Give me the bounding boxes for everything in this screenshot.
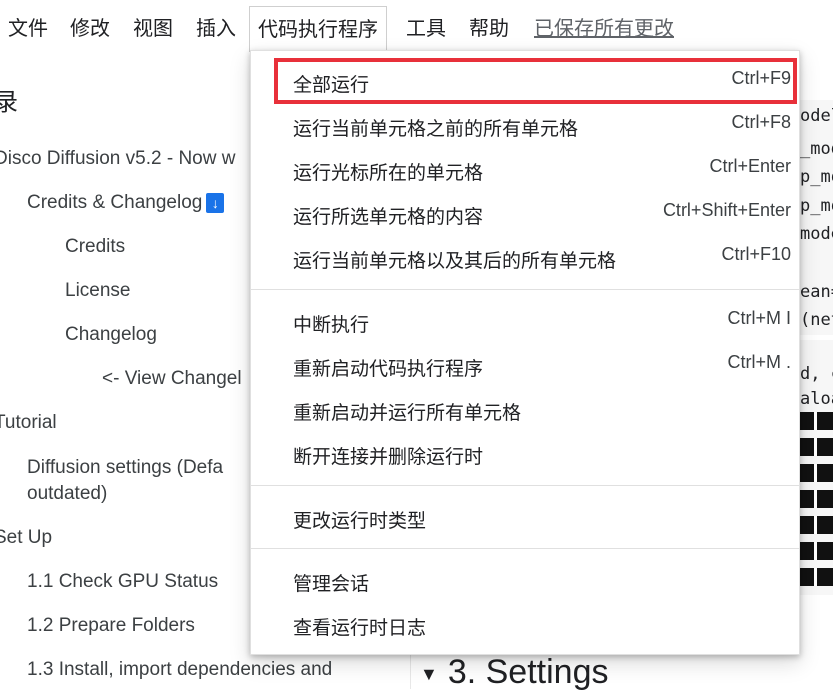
toc-item[interactable]: Tutorial xyxy=(0,412,57,434)
toc-item[interactable]: Changelog xyxy=(65,324,157,346)
menu-item-label: 中断执行 xyxy=(293,314,370,336)
menu-edit[interactable]: 修改 xyxy=(62,0,118,52)
toc-item[interactable]: 1.2 Prepare Folders xyxy=(27,615,195,637)
highlight-box xyxy=(274,58,797,104)
menu-file[interactable]: 文件 xyxy=(0,0,56,52)
menu-item-shortcut: Ctrl+F10 xyxy=(721,244,791,264)
menu-runtime[interactable]: 代码执行程序 xyxy=(249,6,387,55)
toc-item-label: Credits & Changelog xyxy=(27,192,203,213)
menu-item-label: 运行所选单元格的内容 xyxy=(293,206,484,228)
menu-item-run-before[interactable]: 运行当前单元格之前的所有单元格 Ctrl+F8 xyxy=(251,104,799,148)
menu-insert[interactable]: 插入 xyxy=(188,0,244,52)
code-line: p_mo xyxy=(800,196,833,216)
toc-title: 录 xyxy=(0,88,18,116)
menu-item-view-logs[interactable]: 查看运行时日志 xyxy=(251,603,799,647)
toc-item-continuation[interactable]: outdated) xyxy=(27,483,107,505)
section-heading-settings[interactable]: ▼ 3. Settings xyxy=(420,653,608,692)
runtime-dropdown-menu: 全部运行 Ctrl+F9 运行当前单元格之前的所有单元格 Ctrl+F8 运行光… xyxy=(250,50,800,655)
output-line: d, c xyxy=(800,364,833,384)
menu-item-label: 运行当前单元格以及其后的所有单元格 xyxy=(293,250,617,272)
code-line: _mod xyxy=(800,139,833,159)
caret-down-icon[interactable]: ▼ xyxy=(420,664,438,685)
toc-item[interactable]: Diffusion settings (Defa xyxy=(27,457,223,479)
toc-item[interactable]: 1.3 Install, import dependencies and xyxy=(27,659,332,681)
menu-help[interactable]: 帮助 xyxy=(461,0,517,52)
menu-item-run-after[interactable]: 运行当前单元格以及其后的所有单元格 Ctrl+F10 xyxy=(251,236,799,280)
menu-separator xyxy=(251,548,799,549)
code-line: (net xyxy=(800,310,833,330)
menu-tools[interactable]: 工具 xyxy=(398,0,454,52)
menu-view[interactable]: 视图 xyxy=(125,0,181,52)
toc-item[interactable]: Disco Diffusion v5.2 - Now w xyxy=(0,148,235,170)
menubar: 文件 修改 视图 插入 代码执行程序 工具 帮助 已保存所有更改 xyxy=(0,0,833,55)
menu-item-label: 查看运行时日志 xyxy=(293,617,427,639)
menu-item-label: 重新启动代码执行程序 xyxy=(293,358,484,380)
saved-status-link[interactable]: 已保存所有更改 xyxy=(526,0,682,52)
menu-item-run-focused[interactable]: 运行光标所在的单元格 Ctrl+Enter xyxy=(251,148,799,192)
toc-item[interactable]: <- View Changel xyxy=(102,368,242,390)
menu-item-disconnect-delete[interactable]: 断开连接并删除运行时 xyxy=(251,432,799,476)
menu-item-shortcut: Ctrl+Shift+Enter xyxy=(662,200,791,220)
menu-item-shortcut: Ctrl+M . xyxy=(727,352,791,372)
code-line: mode xyxy=(800,224,833,244)
menu-item-label: 运行光标所在的单元格 xyxy=(293,162,484,184)
code-line: odel xyxy=(800,106,833,126)
menu-item-run-selection[interactable]: 运行所选单元格的内容 Ctrl+Shift+Enter xyxy=(251,192,799,236)
menu-item-label: 更改运行时类型 xyxy=(293,510,427,532)
download-arrow-icon: ↓ xyxy=(206,192,225,213)
progress-blocks xyxy=(800,412,833,594)
menu-item-manage-sessions[interactable]: 管理会话 xyxy=(251,559,799,603)
menu-item-label: 重新启动并运行所有单元格 xyxy=(293,402,522,424)
toc-item[interactable]: License xyxy=(65,280,131,302)
code-line: ean= xyxy=(800,282,833,302)
menu-item-label: 断开连接并删除运行时 xyxy=(293,446,484,468)
menu-item-label: 运行当前单元格之前的所有单元格 xyxy=(293,118,579,140)
menu-separator xyxy=(251,485,799,486)
toc-item[interactable]: Set Up xyxy=(0,527,52,549)
menu-item-change-runtime-type[interactable]: 更改运行时类型 xyxy=(251,496,799,540)
menu-item-restart-run-all[interactable]: 重新启动并运行所有单元格 xyxy=(251,388,799,432)
section-heading-label: 3. Settings xyxy=(447,653,609,691)
menu-item-shortcut: Ctrl+F8 xyxy=(731,112,791,132)
code-line: p_mo xyxy=(800,167,833,187)
toc-item[interactable]: Credits xyxy=(65,236,125,258)
menu-separator xyxy=(251,289,799,290)
menu-item-label: 管理会话 xyxy=(293,573,370,595)
menu-item-restart[interactable]: 重新启动代码执行程序 Ctrl+M . xyxy=(251,344,799,388)
menu-item-interrupt[interactable]: 中断执行 Ctrl+M I xyxy=(251,300,799,344)
output-line: aloa xyxy=(800,389,833,409)
toc-item[interactable]: 1.1 Check GPU Status xyxy=(27,571,218,593)
menu-item-shortcut: Ctrl+M I xyxy=(727,308,791,328)
toc-item-credits-changelog[interactable]: Credits & Changelog ↓ xyxy=(27,192,225,214)
menu-item-shortcut: Ctrl+Enter xyxy=(709,156,791,176)
